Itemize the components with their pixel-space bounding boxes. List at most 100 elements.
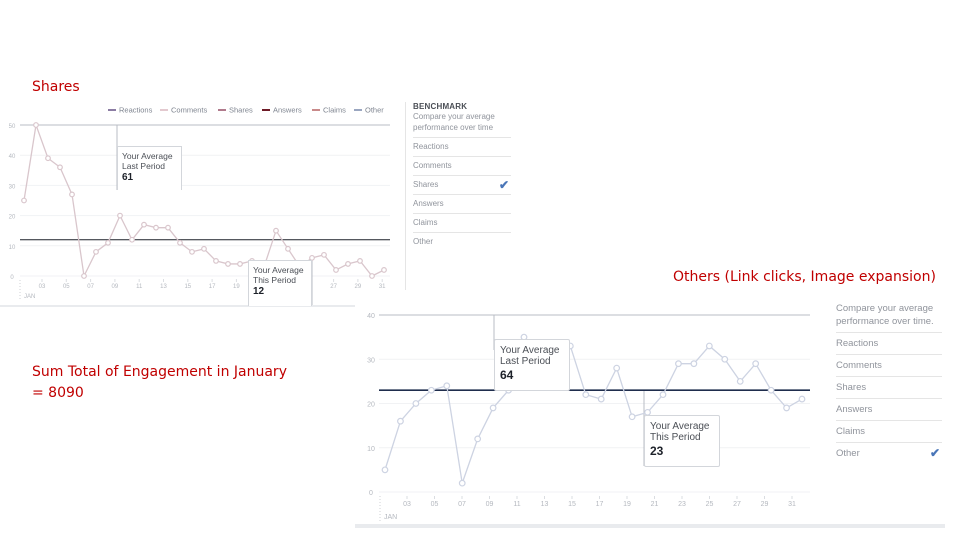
- data-point: [69, 191, 75, 198]
- benchmark-description-line1: Compare your average: [413, 112, 495, 121]
- benchmark-option-claims[interactable]: Claims: [413, 213, 511, 232]
- x-tick-label: 03: [403, 501, 411, 508]
- legend-label: Claims: [323, 106, 346, 115]
- data-point: [489, 404, 497, 412]
- x-tick-label: 15: [568, 501, 576, 508]
- benchmark-option-label: Other: [836, 448, 860, 459]
- data-point: [443, 382, 451, 390]
- total-engagement-label: Sum Total of Engagement in January = 809…: [32, 362, 287, 404]
- data-point: [427, 386, 435, 394]
- data-point: [381, 267, 387, 273]
- y-tick-label: 20: [367, 402, 375, 409]
- data-point: [474, 435, 482, 443]
- tooltip-average-last-period: Your Average Last Period 61: [117, 146, 182, 190]
- data-point: [213, 257, 219, 264]
- data-point: [57, 164, 63, 171]
- legend-label: Shares: [229, 106, 253, 115]
- y-tick-label: 40: [367, 313, 375, 320]
- benchmark-option-comments[interactable]: Comments: [413, 156, 511, 175]
- x-tick-label: 25: [706, 501, 714, 508]
- y-tick-label: 30: [367, 357, 375, 364]
- data-point: [285, 245, 291, 252]
- data-point: [117, 212, 123, 219]
- data-point: [412, 400, 420, 407]
- data-point: [201, 245, 207, 252]
- benchmark-option-answers[interactable]: Answers: [836, 398, 942, 420]
- benchmark-description-line1: Compare your average: [836, 303, 934, 314]
- y-tick-label: 30: [9, 184, 16, 190]
- x-tick-label: 07: [458, 501, 466, 508]
- data-point: [333, 267, 339, 273]
- data-point: [21, 197, 27, 204]
- data-point: [33, 122, 39, 128]
- x-tick-label: 09: [112, 284, 119, 290]
- benchmark-description: Compare your average performance over ti…: [413, 111, 511, 133]
- y-tick-label: 10: [367, 446, 375, 453]
- benchmark-option-label: Reactions: [836, 338, 879, 349]
- benchmark-option-label: Shares: [836, 382, 867, 393]
- benchmark-option-answers[interactable]: Answers: [413, 194, 511, 213]
- data-point: [767, 386, 775, 394]
- data-point: [397, 417, 404, 425]
- chart2-bottom-border: [355, 524, 945, 528]
- data-point: [721, 355, 729, 363]
- benchmark-list: Reactions Comments Shares Answers Claims Othe…: [836, 332, 942, 464]
- data-point: [93, 248, 99, 255]
- data-point: [613, 364, 621, 372]
- data-point: [369, 273, 375, 279]
- data-point: [129, 236, 135, 243]
- data-point: [597, 395, 605, 403]
- tooltip-average-this-period: Your Average This Period 23: [644, 415, 720, 467]
- benchmark-option-shares[interactable]: Shares ✔: [413, 175, 511, 194]
- y-tick-label: 10: [9, 245, 16, 251]
- benchmark-option-other[interactable]: Other: [413, 232, 511, 251]
- benchmark-description-line2: performance over time.: [836, 316, 934, 327]
- x-axis-label: JAN: [24, 294, 35, 300]
- benchmark-option-label: Claims: [836, 426, 866, 437]
- data-point: [345, 261, 351, 267]
- tooltip-line1: Your Average: [500, 345, 560, 356]
- x-tick-label: 11: [513, 501, 520, 508]
- x-tick-label: 19: [623, 501, 631, 508]
- data-point: [225, 261, 231, 267]
- tooltip-line2: Last Period: [122, 161, 165, 171]
- total-engagement-value: = 8090: [32, 385, 84, 401]
- benchmark-option-comments[interactable]: Comments: [836, 354, 942, 376]
- benchmark-option-label: Claims: [413, 218, 438, 227]
- x-tick-label: 11: [136, 284, 143, 290]
- x-tick-label: 17: [596, 501, 604, 508]
- x-tick-label: 23: [678, 501, 686, 508]
- x-tick-label: 15: [184, 284, 191, 290]
- data-point: [675, 360, 682, 368]
- benchmark-option-label: Comments: [413, 161, 452, 170]
- others-heading: Others (Link clicks, Image expansion): [673, 269, 936, 285]
- benchmark-option-other[interactable]: Other ✔: [836, 442, 942, 464]
- data-point: [45, 155, 51, 162]
- benchmark-option-label: Reactions: [413, 142, 449, 151]
- data-point: [357, 257, 363, 264]
- benchmark-title: BENCHMARK: [413, 102, 468, 111]
- legend-label: Other: [365, 106, 384, 115]
- shares-heading: Shares: [32, 79, 80, 95]
- x-axis-label: JAN: [384, 514, 397, 521]
- tooltip-average-this-period: Your Average This Period 12: [248, 260, 312, 306]
- data-point: [381, 466, 389, 474]
- tooltip-line2: Last Period: [500, 356, 551, 367]
- tooltip-value: 64: [500, 368, 514, 382]
- checkmark-icon: ✔: [498, 178, 509, 192]
- data-point: [659, 391, 667, 399]
- x-tick-label: 17: [209, 284, 216, 290]
- tooltip-line2: This Period: [650, 432, 701, 443]
- benchmark-option-shares[interactable]: Shares: [836, 376, 942, 398]
- tooltip-line1: Your Average: [122, 151, 173, 161]
- benchmark-option-claims[interactable]: Claims: [836, 420, 942, 442]
- data-point: [582, 391, 590, 399]
- benchmark-option-reactions[interactable]: Reactions: [836, 332, 942, 354]
- x-tick-label: 19: [233, 284, 240, 290]
- y-tick-label: 50: [9, 124, 16, 130]
- tooltip-value: 61: [122, 172, 134, 183]
- x-tick-label: 03: [39, 284, 46, 290]
- y-tick-label: 0: [369, 490, 373, 497]
- data-point: [105, 239, 111, 246]
- benchmark-option-reactions[interactable]: Reactions: [413, 137, 511, 156]
